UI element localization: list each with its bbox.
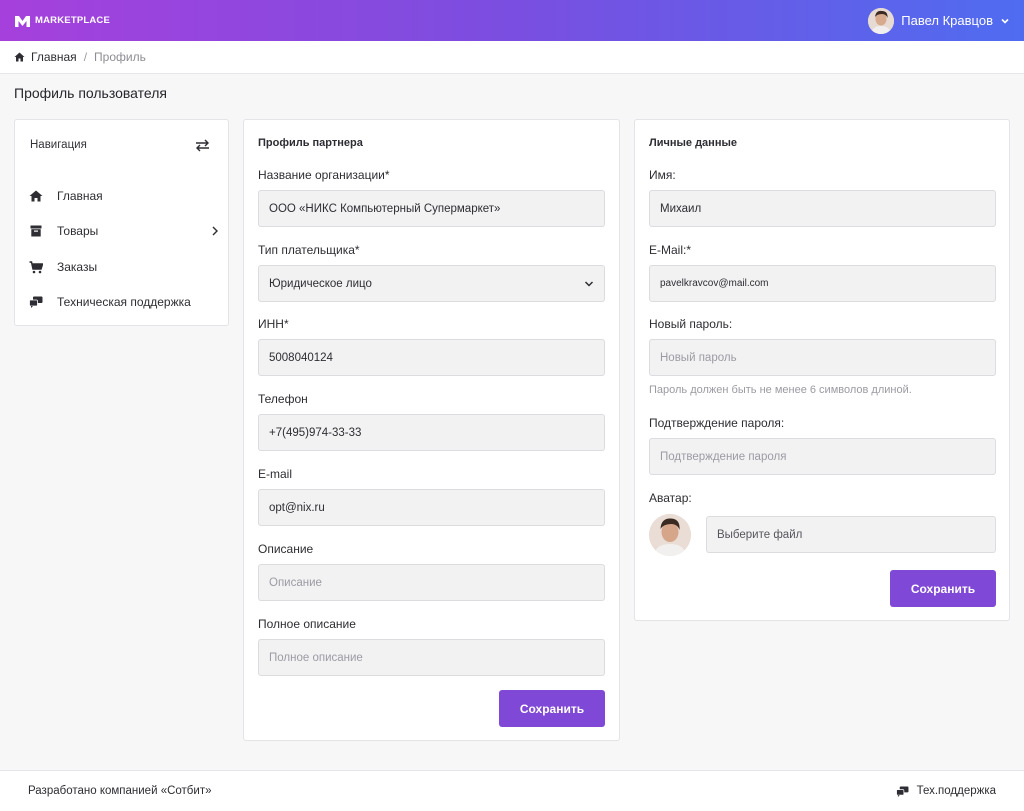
org-name-label: Название организации* (258, 168, 390, 182)
chevron-down-icon (584, 280, 594, 287)
payer-type-value: Юридическое лицо (269, 277, 372, 290)
sidebar-item-support[interactable]: Техническая поддержка (29, 290, 219, 314)
org-name-field[interactable] (258, 190, 605, 227)
sidebar-item-label: Заказы (57, 260, 98, 274)
sidebar-item-products[interactable]: Товары (29, 219, 219, 243)
box-icon (29, 224, 43, 238)
save-personal-button[interactable]: Сохранить (890, 570, 996, 607)
sidebar-item-label: Техническая поддержка (57, 295, 191, 309)
file-placeholder: Выберите файл (717, 528, 803, 541)
home-icon (14, 52, 25, 62)
chevron-right-icon (212, 226, 218, 236)
footer: Разработано компанией «Сотбит» Тех.подде… (0, 770, 1024, 811)
description-field[interactable] (258, 564, 605, 601)
logo-icon (15, 15, 30, 27)
phone-label: Телефон (258, 392, 308, 406)
personal-data-card: Личные данные Имя: E-Mail:* Новый пароль… (634, 119, 1010, 621)
inn-field[interactable] (258, 339, 605, 376)
description-label: Описание (258, 542, 314, 556)
logo[interactable]: MARKETPLACE (14, 14, 110, 28)
sidebar-item-home[interactable]: Главная (29, 184, 219, 208)
breadcrumb-separator: / (83, 50, 88, 64)
email-label: E-mail (258, 467, 293, 481)
sidebar-item-label: Главная (57, 189, 103, 203)
logo-text: MARKETPLACE (35, 15, 111, 26)
full-description-field[interactable] (258, 639, 605, 676)
chat-icon (29, 295, 43, 309)
breadcrumb: Главная / Профиль (0, 41, 1024, 74)
chat-icon (895, 785, 909, 797)
chevron-down-icon (1001, 18, 1009, 24)
breadcrumb-home[interactable]: Главная (14, 50, 77, 64)
phone-field[interactable] (258, 414, 605, 451)
partner-profile-card: Профиль партнера Название организации* Т… (243, 119, 620, 741)
new-password-label: Новый пароль: (649, 317, 733, 331)
page-title: Профиль пользователя (14, 85, 167, 101)
avatar-label: Аватар: (649, 491, 692, 505)
payer-type-select[interactable]: Юридическое лицо (258, 265, 605, 302)
sidebar-item-label: Товары (57, 224, 99, 238)
card-title: Личные данные (649, 137, 737, 149)
cart-icon (29, 260, 43, 274)
confirm-password-label: Подтверждение пароля: (649, 416, 785, 430)
name-label: Имя: (649, 168, 676, 182)
navigation-panel: Навигация Главная Товары Заказы Техничес… (14, 119, 229, 326)
home-icon (29, 189, 43, 203)
navigation-title: Навигация (30, 139, 87, 151)
footer-support-label: Тех.поддержка (916, 785, 996, 797)
swap-arrows-icon[interactable] (195, 139, 210, 152)
top-header: MARKETPLACE Павел Кравцов (0, 0, 1024, 41)
sidebar-item-orders[interactable]: Заказы (29, 255, 219, 279)
breadcrumb-home-label: Главная (31, 50, 77, 64)
avatar (868, 7, 895, 34)
avatar-file-input[interactable]: Выберите файл (706, 516, 996, 553)
footer-developer: Разработано компанией «Сотбит» (28, 785, 212, 797)
save-partner-button[interactable]: Сохранить (499, 690, 605, 727)
full-description-label: Полное описание (258, 617, 356, 631)
confirm-password-field[interactable] (649, 438, 996, 475)
avatar (649, 514, 691, 556)
user-name: Павел Кравцов (901, 13, 993, 28)
footer-support-link[interactable]: Тех.поддержка (895, 785, 996, 797)
card-title: Профиль партнера (258, 137, 363, 149)
personal-email-label: E-Mail:* (649, 243, 692, 257)
new-password-field[interactable] (649, 339, 996, 376)
personal-email-field[interactable] (649, 265, 996, 302)
breadcrumb-current: Профиль (94, 50, 146, 64)
password-hint: Пароль должен быть не менее 6 символов д… (649, 384, 912, 396)
email-field[interactable] (258, 489, 605, 526)
name-field[interactable] (649, 190, 996, 227)
inn-label: ИНН* (258, 317, 289, 331)
payer-type-label: Тип плательщика* (258, 243, 360, 257)
user-menu[interactable]: Павел Кравцов (868, 7, 1010, 34)
